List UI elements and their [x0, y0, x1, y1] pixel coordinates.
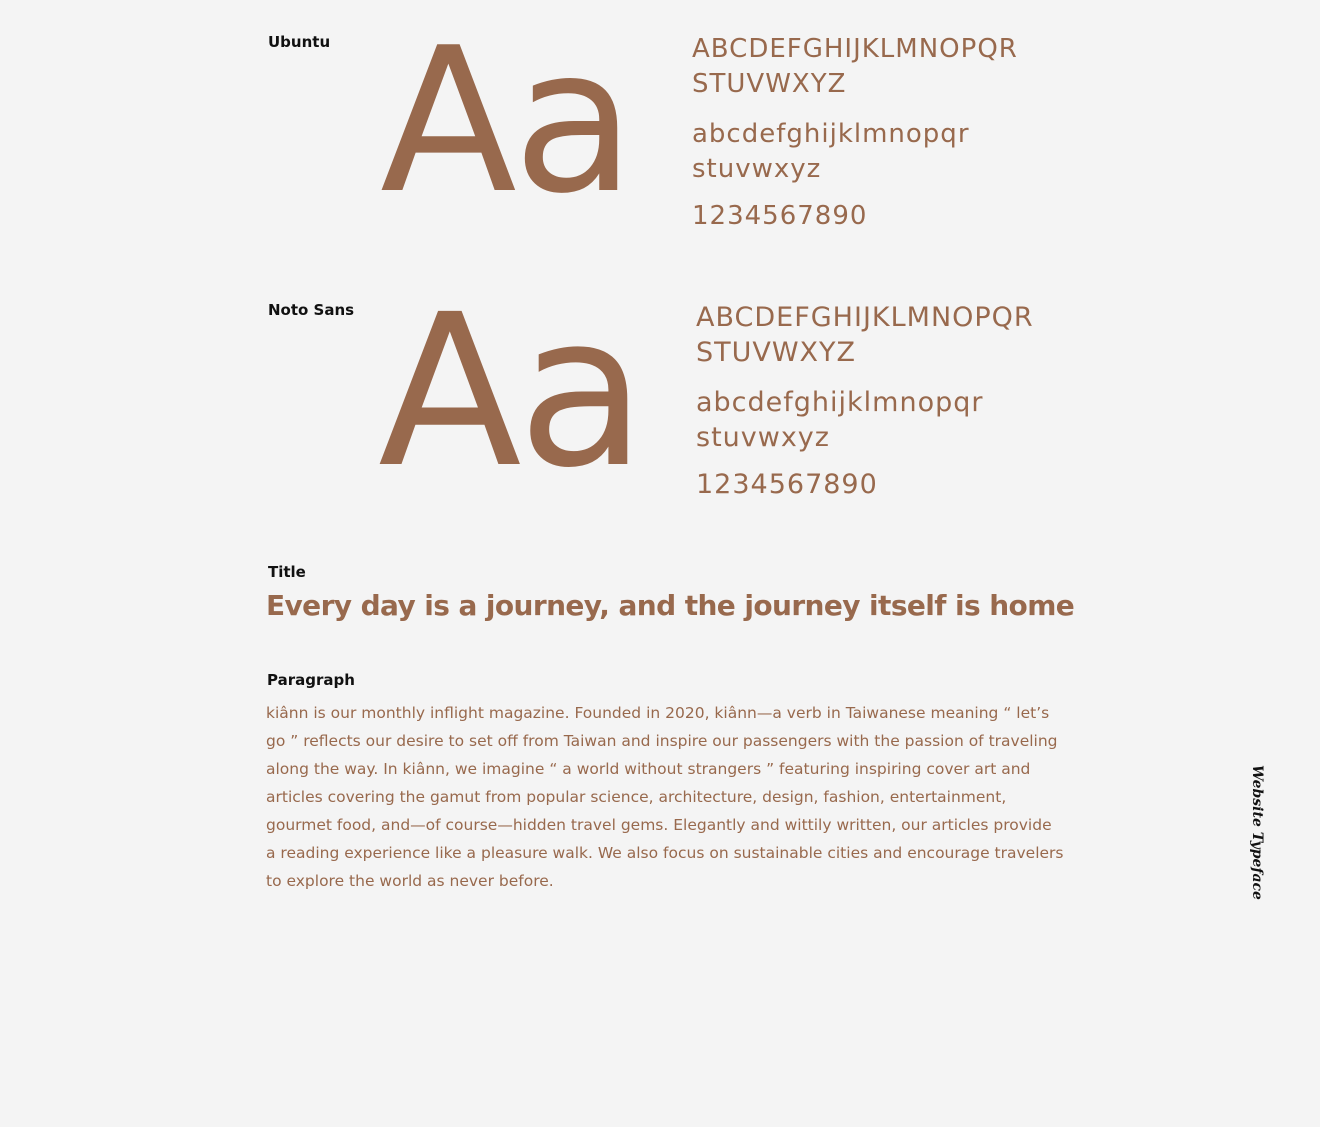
title-label: Title: [268, 563, 306, 581]
paragraph-label: Paragraph: [267, 671, 355, 689]
digits-line: 1234567890: [696, 469, 878, 500]
lowercase-line-1: abcdefghijklmnopqr: [692, 119, 970, 149]
typeface-label-noto-sans: Noto Sans: [268, 301, 355, 319]
typeface-sample-noto-sans: Aa: [378, 269, 646, 514]
uppercase-line-2: STUVWXYZ: [692, 69, 847, 99]
lowercase-line-1: abcdefghijklmnopqr: [696, 387, 984, 418]
glyph-set-ubuntu: ABCDEFGHIJKLMNOPQR STUVWXYZ abcdefghijkl…: [692, 32, 1018, 234]
typeface-label-ubuntu: Ubuntu: [268, 33, 331, 51]
lowercase-line-2: stuvwxyz: [696, 422, 830, 453]
digits-line: 1234567890: [692, 201, 868, 231]
glyph-set-noto-sans: ABCDEFGHIJKLMNOPQR STUVWXYZ abcdefghijkl…: [696, 300, 1034, 502]
side-title: Website Typeface: [1249, 765, 1265, 900]
title-sample: Every day is a journey, and the journey …: [266, 589, 1075, 622]
uppercase-line-2: STUVWXYZ: [696, 337, 857, 368]
uppercase-line-1: ABCDEFGHIJKLMNOPQR: [692, 34, 1018, 64]
uppercase-line-1: ABCDEFGHIJKLMNOPQR: [696, 302, 1034, 333]
typeface-sample-ubuntu: Aa: [380, 5, 635, 238]
lowercase-line-2: stuvwxyz: [692, 154, 822, 184]
paragraph-sample: kiânn is our monthly inflight magazine. …: [266, 704, 1064, 890]
